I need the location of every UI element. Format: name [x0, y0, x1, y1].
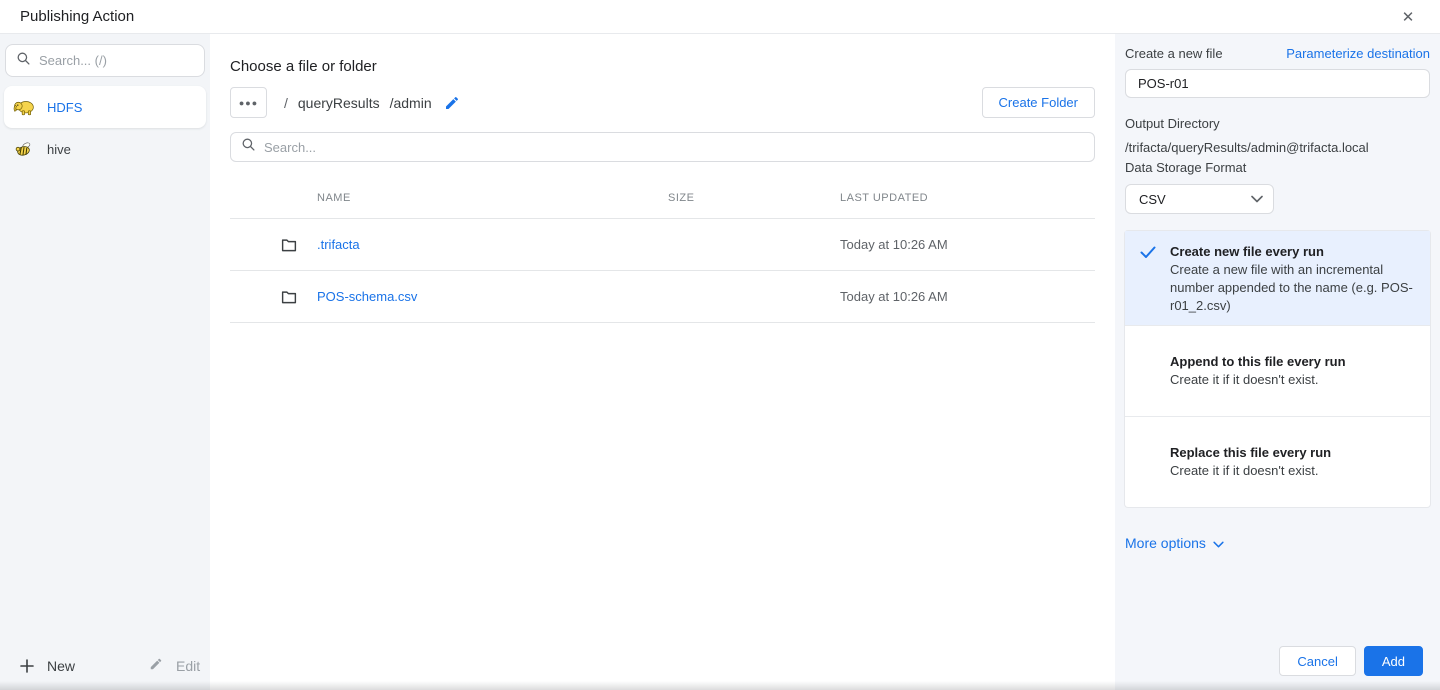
connections-sidebar: HDFS hive: [0, 34, 210, 690]
sidebar-search-box[interactable]: [5, 44, 205, 77]
more-options-toggle[interactable]: More options: [1125, 535, 1224, 551]
publishing-action-dialog: Publishing Action ✕: [0, 0, 1440, 690]
option-description: Create it if it doesn't exist.: [1170, 462, 1418, 480]
file-table-header: NAME SIZE LAST UPDATED: [230, 178, 1095, 219]
option-replace-file[interactable]: Replace this file every run Create it if…: [1125, 416, 1430, 507]
panel-actions: Cancel Add: [1279, 646, 1423, 676]
folder-icon: [280, 288, 317, 306]
option-title: Replace this file every run: [1170, 444, 1418, 462]
column-header-name[interactable]: NAME: [317, 192, 668, 204]
edit-connection-label: Edit: [176, 658, 200, 674]
column-header-size[interactable]: SIZE: [668, 192, 840, 204]
output-directory-value: /trifacta/queryResults/admin@trifacta.lo…: [1125, 140, 1430, 155]
dialog-content: HDFS hive: [0, 34, 1440, 690]
breadcrumb-segment-admin[interactable]: /admin: [390, 95, 432, 111]
file-link[interactable]: .trifacta: [317, 237, 668, 252]
breadcrumb: ●●● / queryResults /admin Create Folder: [230, 87, 1095, 118]
close-icon[interactable]: ✕: [1396, 5, 1420, 29]
edit-path-icon[interactable]: [444, 95, 460, 111]
table-row[interactable]: POS-schema.csv Today at 10:26 AM: [230, 271, 1095, 323]
file-search-input[interactable]: [264, 140, 1084, 155]
search-icon: [16, 51, 31, 71]
dialog-header: Publishing Action ✕: [0, 0, 1440, 34]
sidebar-footer: New Edit: [0, 657, 210, 690]
option-append-file[interactable]: Append to this file every run Create it …: [1125, 325, 1430, 416]
file-browser-title: Choose a file or folder: [230, 58, 1095, 75]
hadoop-elephant-icon: [13, 99, 34, 116]
hive-bee-icon: [13, 141, 34, 158]
search-icon: [241, 137, 256, 157]
table-row[interactable]: .trifacta Today at 10:26 AM: [230, 219, 1095, 271]
column-header-last-updated[interactable]: LAST UPDATED: [840, 192, 1095, 204]
format-select[interactable]: CSV: [1125, 184, 1274, 214]
create-file-label: Create a new file: [1125, 46, 1223, 61]
file-table: NAME SIZE LAST UPDATED .trifacta Today a…: [230, 178, 1095, 323]
file-link[interactable]: POS-schema.csv: [317, 289, 668, 304]
file-browser: Choose a file or folder ●●● / queryResul…: [210, 34, 1115, 690]
checkmark-icon: [1125, 243, 1170, 315]
create-file-row: Create a new file Parameterize destinati…: [1125, 46, 1430, 61]
option-description: Create a new file with an incremental nu…: [1170, 261, 1418, 315]
publish-settings-panel: Create a new file Parameterize destinati…: [1115, 34, 1440, 690]
breadcrumb-root[interactable]: /: [284, 95, 288, 111]
output-directory-label: Output Directory: [1125, 116, 1430, 131]
breadcrumb-segment-queryresults[interactable]: queryResults: [298, 95, 380, 111]
edit-connection-button[interactable]: Edit: [149, 657, 200, 674]
file-search-box[interactable]: [230, 132, 1095, 162]
plus-icon: [20, 659, 34, 673]
cancel-button[interactable]: Cancel: [1279, 646, 1355, 676]
option-title: Create new file every run: [1170, 243, 1418, 261]
format-select-value: CSV: [1139, 192, 1166, 207]
breadcrumb-ellipsis-button[interactable]: ●●●: [230, 87, 267, 118]
folder-icon: [280, 236, 317, 254]
option-body: Append to this file every run Create it …: [1170, 353, 1418, 389]
chevron-down-icon: [1213, 535, 1224, 551]
more-options-label: More options: [1125, 535, 1206, 551]
chevron-down-icon: [1251, 195, 1263, 203]
new-connection-label: New: [47, 658, 75, 674]
checkmark-placeholder: [1125, 461, 1170, 464]
add-button[interactable]: Add: [1364, 646, 1423, 676]
file-last-updated: Today at 10:26 AM: [840, 289, 1095, 304]
pencil-icon: [149, 657, 163, 674]
option-body: Create new file every run Create a new f…: [1170, 243, 1418, 315]
create-folder-button[interactable]: Create Folder: [982, 87, 1095, 118]
breadcrumb-path: / queryResults /admin: [284, 95, 460, 111]
filename-input[interactable]: [1125, 69, 1430, 98]
connection-item-hive[interactable]: hive: [4, 128, 206, 170]
dialog-title: Publishing Action: [20, 8, 134, 25]
option-description: Create it if it doesn't exist.: [1170, 371, 1418, 389]
connection-label: hive: [47, 142, 71, 157]
data-storage-format-label: Data Storage Format: [1125, 160, 1430, 175]
write-option-list: Create new file every run Create a new f…: [1125, 231, 1430, 507]
checkmark-placeholder: [1125, 370, 1170, 373]
new-connection-button[interactable]: New: [20, 658, 75, 674]
connection-label: HDFS: [47, 100, 82, 115]
option-body: Replace this file every run Create it if…: [1170, 444, 1418, 480]
option-title: Append to this file every run: [1170, 353, 1418, 371]
sidebar-search-input[interactable]: [39, 53, 215, 68]
option-create-new-file[interactable]: Create new file every run Create a new f…: [1125, 231, 1430, 325]
file-last-updated: Today at 10:26 AM: [840, 237, 1095, 252]
connection-item-hdfs[interactable]: HDFS: [4, 86, 206, 128]
parameterize-destination-link[interactable]: Parameterize destination: [1286, 46, 1430, 61]
connection-list: HDFS hive: [0, 86, 210, 170]
